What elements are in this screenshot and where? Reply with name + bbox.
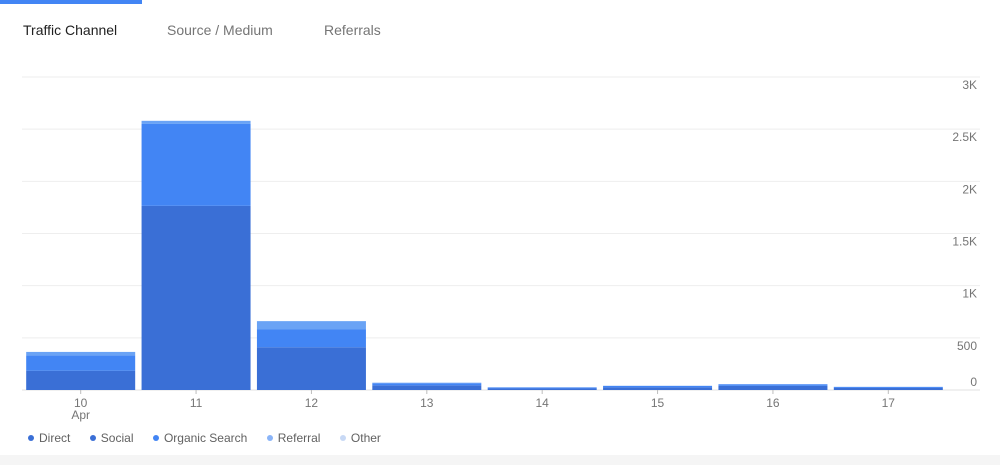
bar-direct-15[interactable] <box>603 387 713 390</box>
y-tick-label-0: 0 <box>970 375 977 389</box>
x-tick-label-13: 13 <box>420 396 434 410</box>
bar-organic-search-13[interactable] <box>372 383 482 386</box>
x-tick-label-17: 17 <box>882 396 896 410</box>
x-tick-label-14: 14 <box>536 396 550 410</box>
x-tick-label-11: 11 <box>190 396 203 410</box>
legend-dot-other <box>339 435 346 441</box>
bar-direct-14[interactable] <box>487 388 597 390</box>
chart-legend: Direct Social Organic Search Referral Ot… <box>28 428 396 446</box>
y-tick-label-4: 2K <box>962 182 977 196</box>
y-tick-label-1: 500 <box>957 339 977 353</box>
y-tick-label-6: 3K <box>962 78 977 92</box>
legend-dot-referral <box>266 435 273 441</box>
bar-organic-search-11[interactable] <box>141 123 251 206</box>
bar-direct-13[interactable] <box>372 385 482 390</box>
legend-item-referral[interactable]: Referral <box>266 431 321 445</box>
traffic-chart: 05001K1.5K2K2.5K3K10Apr11 12 13 14 15 16 17 <box>22 76 980 422</box>
bar-direct-11[interactable] <box>141 205 251 390</box>
x-tick-label-16: 16 <box>766 396 780 410</box>
legend-dot-social <box>89 435 96 441</box>
bar-organic-search-12[interactable] <box>256 329 366 348</box>
y-tick-label-2: 1K <box>962 287 977 301</box>
footer-band <box>0 455 1000 465</box>
bar-organic-search-10[interactable] <box>26 355 136 371</box>
x-tick-label-12: 12 <box>305 396 319 410</box>
legend-label-social: Social <box>100 431 134 445</box>
y-tick-label-3: 1.5K <box>952 235 977 249</box>
legend-label-referral: Referral <box>277 431 321 445</box>
x-tick-label-15: 15 <box>651 396 665 410</box>
bar-organic-search-14[interactable] <box>487 387 597 389</box>
bar-referral-11[interactable] <box>141 120 251 124</box>
bar-direct-16[interactable] <box>718 385 828 390</box>
bar-direct-17[interactable] <box>833 387 943 390</box>
legend-dot-organic-search <box>152 435 159 441</box>
bar-direct-10[interactable] <box>26 370 136 390</box>
bar-organic-search-17[interactable] <box>833 386 943 388</box>
legend-item-organic-search[interactable]: Organic Search <box>152 431 248 445</box>
legend-dot-direct <box>28 435 34 441</box>
bar-referral-10[interactable] <box>26 351 136 356</box>
y-tick-label-5: 2.5K <box>952 130 977 144</box>
bar-direct-12[interactable] <box>256 347 366 390</box>
legend-item-direct[interactable]: Direct <box>28 431 70 445</box>
bar-referral-12[interactable] <box>256 321 366 330</box>
legend-item-other[interactable]: Other <box>339 431 381 445</box>
x-sublabel-month: Apr <box>71 408 90 422</box>
bar-referral-13[interactable] <box>372 382 482 384</box>
bar-organic-search-16[interactable] <box>718 384 828 386</box>
bar-organic-search-15[interactable] <box>603 385 713 388</box>
legend-label-direct: Direct <box>39 431 71 445</box>
legend-label-organic-search: Organic Search <box>163 431 248 445</box>
legend-label-other: Other <box>350 431 381 445</box>
legend-item-social[interactable]: Social <box>89 431 134 445</box>
